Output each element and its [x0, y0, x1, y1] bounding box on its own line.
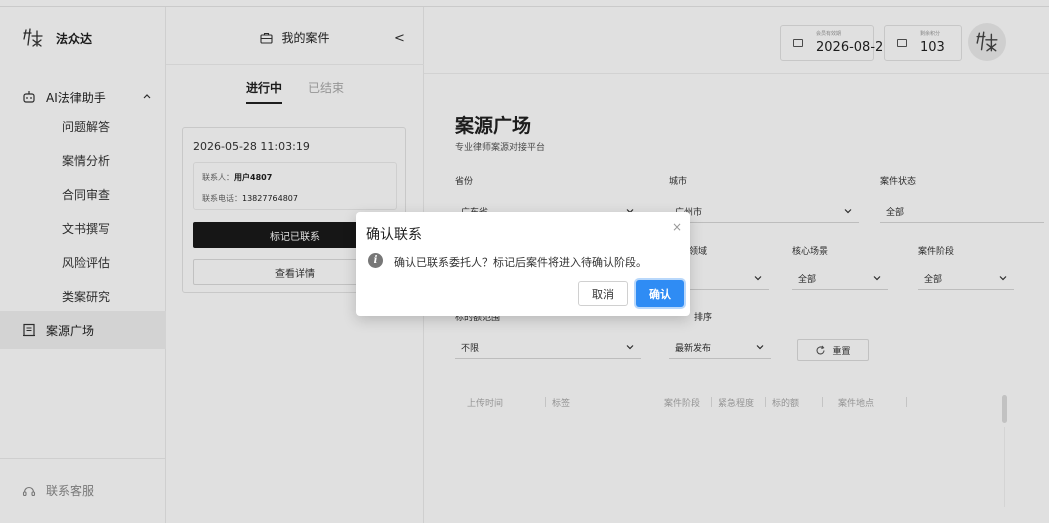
confirm-contact-dialog: 确认联系 × i 确认已联系委托人？标记后案件将进入待确认阶段。 取消 确认	[356, 212, 690, 316]
dialog-title: 确认联系	[366, 227, 422, 243]
cancel-button[interactable]: 取消	[578, 281, 628, 306]
confirm-button[interactable]: 确认	[636, 280, 684, 307]
info-icon: i	[368, 253, 383, 268]
dialog-message: 确认已联系委托人？标记后案件将进入待确认阶段。	[394, 256, 647, 269]
dialog-close-button[interactable]: ×	[672, 220, 682, 234]
